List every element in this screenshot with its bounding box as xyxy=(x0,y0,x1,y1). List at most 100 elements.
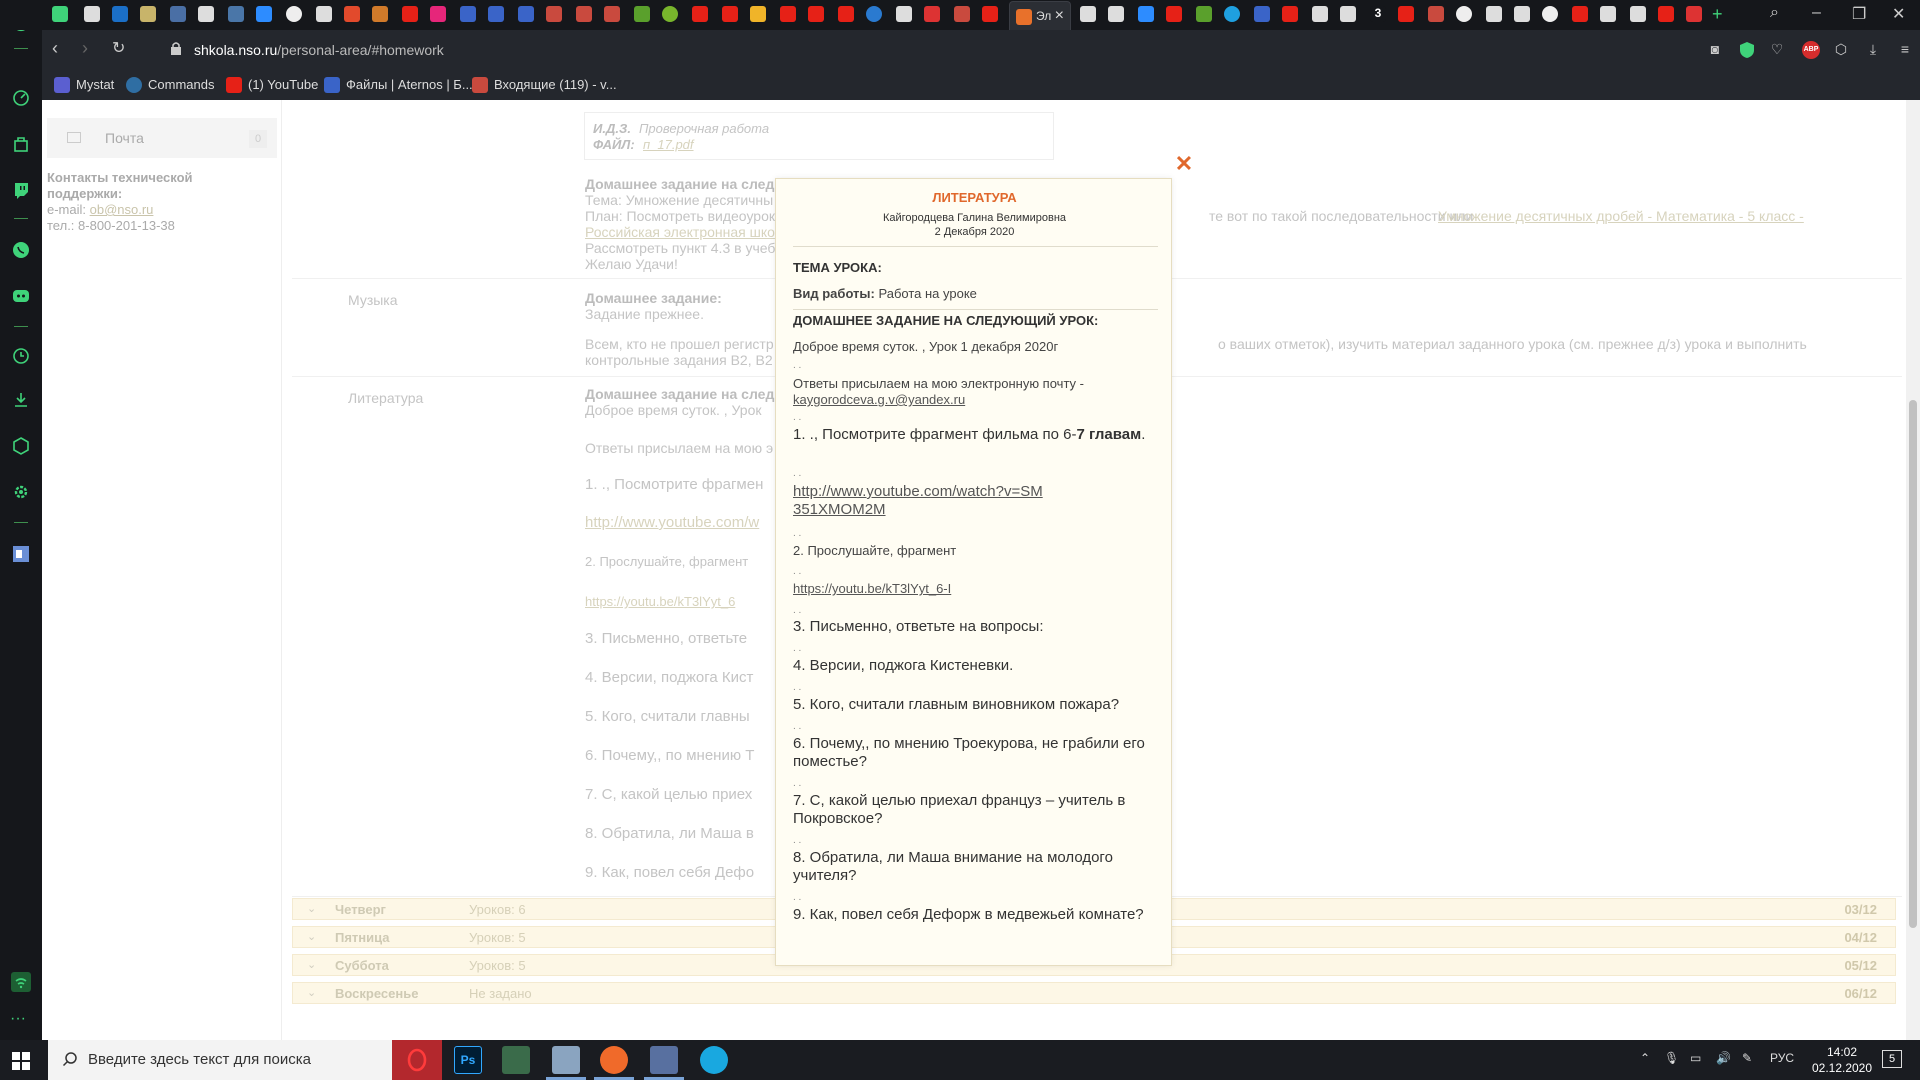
tab-vk-icon[interactable] xyxy=(228,6,244,22)
windows-start-icon[interactable] xyxy=(12,1052,30,1070)
forward-arrow-icon[interactable]: › xyxy=(82,38,88,59)
restore-window-icon[interactable]: ❐ xyxy=(1852,4,1866,24)
support-email-link[interactable]: ob@nso.ru xyxy=(90,202,154,217)
tab-youtube-icon[interactable] xyxy=(1166,6,1182,22)
tab-minecraft-icon[interactable] xyxy=(1196,6,1212,22)
tab-document-icon[interactable] xyxy=(1080,6,1096,22)
tab-youtube-icon[interactable] xyxy=(1282,6,1298,22)
close-tab-icon[interactable]: × xyxy=(1055,7,1064,25)
vpn-wifi-icon[interactable] xyxy=(11,972,31,992)
taskbar-opera-button[interactable] xyxy=(392,1040,442,1080)
tab-gamepad-icon[interactable] xyxy=(52,6,68,22)
tab-document-icon[interactable] xyxy=(316,6,332,22)
shield-icon[interactable] xyxy=(1738,41,1756,59)
tab-app-icon[interactable] xyxy=(1224,6,1240,22)
tab-app-icon[interactable] xyxy=(924,6,940,22)
taskbar-vk-icon[interactable] xyxy=(700,1046,728,1074)
tab-document-icon[interactable] xyxy=(1486,6,1502,22)
tab-pocket-icon[interactable] xyxy=(344,6,360,22)
tab-zoom-icon[interactable] xyxy=(1138,6,1154,22)
tab-f-icon[interactable] xyxy=(430,6,446,22)
settings-gear-icon[interactable] xyxy=(11,482,31,502)
tab-app-icon[interactable] xyxy=(372,6,388,22)
tab-avatar-icon[interactable] xyxy=(140,6,156,22)
tray-pen-icon[interactable]: ✎ xyxy=(1742,1051,1752,1065)
tab-image-icon[interactable] xyxy=(896,6,912,22)
app-tile-icon[interactable] xyxy=(11,544,31,564)
tab-gmail-icon[interactable] xyxy=(546,6,562,22)
bookmark-gmail[interactable]: Входящие (119) - v... xyxy=(472,76,617,94)
more-icon[interactable]: ··· xyxy=(10,1010,26,1028)
tab-zoom-icon[interactable] xyxy=(256,6,272,22)
bookmark-aternos[interactable]: Файлы | Aternos | Б... xyxy=(324,76,473,94)
back-arrow-icon[interactable]: ‹ xyxy=(52,38,58,59)
mail-menu-item[interactable]: Почта 0 xyxy=(47,118,277,158)
taskbar-photoshop-icon[interactable]: Ps xyxy=(454,1046,482,1074)
lock-icon[interactable] xyxy=(170,41,182,55)
tab-gmail-icon[interactable] xyxy=(954,6,970,22)
tab-app-icon[interactable] xyxy=(1312,6,1328,22)
tab-aternos-icon[interactable] xyxy=(460,6,476,22)
adblock-plus-icon[interactable]: ABP xyxy=(1802,41,1820,59)
tab-youtube-icon[interactable] xyxy=(1658,6,1674,22)
tab-aternos-icon[interactable] xyxy=(518,6,534,22)
tray-mic-icon[interactable]: 🎙 xyxy=(1664,1051,1679,1065)
tab-youtube-icon[interactable] xyxy=(808,6,824,22)
history-icon[interactable] xyxy=(11,346,31,366)
tab-app-icon[interactable] xyxy=(662,6,678,22)
tab-app-icon[interactable] xyxy=(1600,6,1616,22)
taskbar-paint-icon[interactable] xyxy=(502,1046,530,1074)
bookmark-mystat[interactable]: Mystat xyxy=(54,76,114,94)
taskbar-explorer-icon[interactable] xyxy=(552,1046,580,1074)
tray-language[interactable]: РУС xyxy=(1770,1051,1794,1065)
tab-youtube-icon[interactable] xyxy=(692,6,708,22)
downloads-icon[interactable] xyxy=(11,390,31,410)
tab-steam-icon[interactable] xyxy=(112,6,128,22)
scrollbar-thumb[interactable] xyxy=(1909,400,1917,928)
taskbar-origin-icon[interactable] xyxy=(600,1046,628,1074)
menu-icon[interactable]: ≡ xyxy=(1896,41,1914,59)
tab-gmail-icon[interactable] xyxy=(1428,6,1444,22)
notifications-icon[interactable]: 5 xyxy=(1882,1050,1902,1068)
reload-icon[interactable]: ↻ xyxy=(112,38,125,58)
bookmark-youtube[interactable]: (1) YouTube xyxy=(226,76,318,94)
taskbar-search-box[interactable]: Введите здесь текст для поиска xyxy=(48,1040,392,1080)
tab-google-icon[interactable] xyxy=(1542,6,1558,22)
speed-dial-icon[interactable] xyxy=(11,88,31,108)
tab-youtube-icon[interactable] xyxy=(1398,6,1414,22)
heart-icon[interactable]: ♡ xyxy=(1768,41,1786,59)
tab-three-icon[interactable]: 3 xyxy=(1370,6,1386,22)
taskbar-discord-icon[interactable] xyxy=(650,1046,678,1074)
tab-youtube-icon[interactable] xyxy=(780,6,796,22)
twitch-icon[interactable] xyxy=(11,180,31,200)
tab-youtube-icon[interactable] xyxy=(722,6,738,22)
minimize-window-icon[interactable]: – xyxy=(1812,4,1821,22)
tab-book-icon[interactable] xyxy=(1108,6,1124,22)
tab-app-icon[interactable] xyxy=(866,6,882,22)
extensions-cube-icon[interactable] xyxy=(11,436,31,456)
search-tabs-icon[interactable]: ⌕ xyxy=(1770,4,1779,22)
tab-google-icon[interactable] xyxy=(1456,6,1472,22)
tab-gmail-icon[interactable] xyxy=(576,6,592,22)
subject-music[interactable]: Музыка xyxy=(348,292,398,308)
tray-clock[interactable]: 14:02 02.12.2020 xyxy=(1810,1044,1874,1076)
bag-icon[interactable] xyxy=(11,134,31,154)
tab-app-icon[interactable] xyxy=(1340,6,1356,22)
download-icon[interactable]: ⤓ xyxy=(1864,41,1882,59)
tab-gmail-icon[interactable] xyxy=(604,6,620,22)
youtube-link-1[interactable]: http://www.youtube.com/watch?v=SM351XMOM… xyxy=(793,483,1043,519)
whatsapp-icon[interactable] xyxy=(11,240,31,260)
teacher-email-link[interactable]: kaygorodceva.g.v@yandex.ru xyxy=(793,391,1158,409)
day-row-sunday[interactable]: ⌄ Воскресенье Не задано 06/12 xyxy=(292,982,1896,1004)
close-window-icon[interactable]: ✕ xyxy=(1892,4,1905,24)
tab-game-icon[interactable] xyxy=(1686,6,1702,22)
tab-youtube-icon[interactable] xyxy=(402,6,418,22)
cube-icon[interactable]: ⬡ xyxy=(1832,41,1850,59)
tab-image-icon[interactable] xyxy=(1514,6,1530,22)
tray-volume-icon[interactable]: 🔊 xyxy=(1716,1051,1731,1065)
camera-icon[interactable]: ◙ xyxy=(1706,41,1724,59)
tab-aternos-icon[interactable] xyxy=(488,6,504,22)
tray-network-icon[interactable]: ▭ xyxy=(1690,1051,1701,1065)
tab-c-icon[interactable] xyxy=(286,6,302,22)
tab-youtube-icon[interactable] xyxy=(838,6,854,22)
